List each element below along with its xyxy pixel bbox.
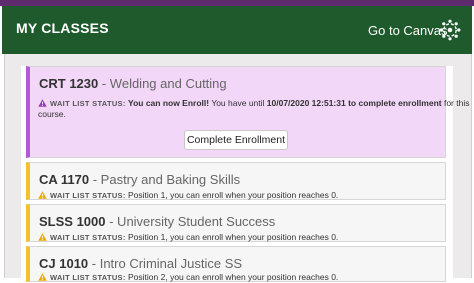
warning-icon <box>38 233 47 241</box>
warning-icon <box>38 273 47 281</box>
course-title: CA 1170 - Pastry and Baking Skills <box>39 172 240 187</box>
course-code: CRT 1230 <box>39 76 99 91</box>
wait-list-status: WAIT LIST STATUS: Position 1, you can en… <box>38 232 338 243</box>
wait-list-status-label: WAIT LIST STATUS: <box>50 99 126 108</box>
class-card-ca-1170: CA 1170 - Pastry and Baking Skills WAIT … <box>26 162 446 200</box>
status-text: You have until <box>209 98 267 108</box>
course-code: CJ 1010 <box>39 256 89 271</box>
enrollment-deadline: 10/07/2020 12:51:31 <box>266 98 346 108</box>
class-card-cj-1010: CJ 1010 - Intro Criminal Justice SS WAIT… <box>26 246 446 282</box>
page-title: MY CLASSES <box>16 20 109 36</box>
course-name: - Intro Criminal Justice SS <box>88 256 243 271</box>
course-title: CRT 1230 - Welding and Cutting <box>39 76 227 91</box>
course-name: - Pastry and Baking Skills <box>89 172 241 187</box>
wait-list-status-label: WAIT LIST STATUS: <box>50 191 126 200</box>
warning-icon <box>38 99 47 107</box>
go-to-canvas-link[interactable]: Go to Canvas <box>368 23 448 38</box>
complete-enrollment-button[interactable]: Complete Enrollment <box>184 130 288 150</box>
course-code: CA 1170 <box>39 172 90 187</box>
wait-list-status: WAIT LIST STATUS: You can now Enroll! Yo… <box>38 98 469 109</box>
wait-list-status: WAIT LIST STATUS: Position 1, you can en… <box>38 190 338 201</box>
canvas-logo-icon[interactable] <box>439 19 461 41</box>
status-text-bold: to complete enrollment <box>345 98 442 108</box>
course-code: SLSS 1000 <box>39 214 106 229</box>
warning-icon <box>38 191 47 199</box>
class-card-slss-1000: SLSS 1000 - University Student Success W… <box>26 204 446 242</box>
course-name: - University Student Success <box>105 214 276 229</box>
status-text: Position 1, you can enroll when your pos… <box>125 232 339 242</box>
course-title: SLSS 1000 - University Student Success <box>39 214 275 229</box>
classes-panel: CRT 1230 - Welding and Cutting WAIT LIST… <box>4 54 472 282</box>
classes-list: CRT 1230 - Welding and Cutting WAIT LIST… <box>21 66 469 282</box>
wait-list-status-continued: course. <box>38 109 66 119</box>
status-text: Position 1, you can enroll when your pos… <box>125 190 339 200</box>
wait-list-status-label: WAIT LIST STATUS: <box>50 233 126 242</box>
my-classes-header: MY CLASSES Go to Canvas <box>2 6 472 54</box>
course-name: - Welding and Cutting <box>98 76 227 91</box>
status-text: for this <box>441 98 470 108</box>
enroll-now-message: You can now Enroll! <box>128 98 210 108</box>
course-title: CJ 1010 - Intro Criminal Justice SS <box>39 256 242 271</box>
status-text: Position 2, you can enroll when your pos… <box>125 272 339 282</box>
class-card-crt-1230: CRT 1230 - Welding and Cutting WAIT LIST… <box>26 66 469 158</box>
